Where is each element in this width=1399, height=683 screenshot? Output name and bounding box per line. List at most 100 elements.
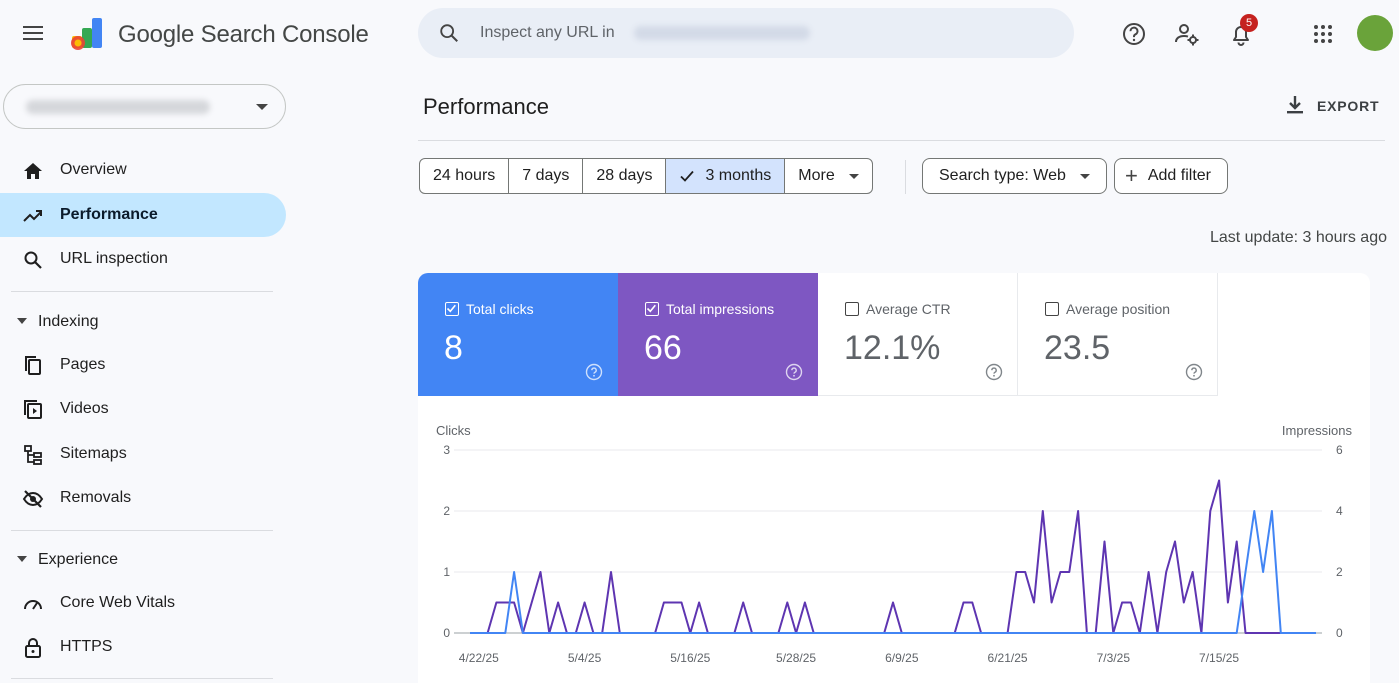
chevron-down-icon (848, 173, 859, 179)
filter-separator (905, 160, 906, 194)
sidebar-item-label: Pages (60, 356, 106, 373)
range-7-days[interactable]: 7 days (509, 159, 584, 193)
sidebar-item-label: Removals (60, 489, 132, 506)
series-line-impressions (470, 479, 1281, 634)
add-filter-label: Add filter (1147, 167, 1211, 184)
sidebar-item-pages[interactable]: Pages (0, 343, 286, 387)
top-app-bar: Google Search Console 5 (0, 0, 1399, 70)
collapse-arrow-icon (17, 556, 27, 562)
help-icon[interactable] (985, 363, 1003, 381)
help-icon[interactable] (785, 363, 803, 381)
section-experience[interactable]: Experience (0, 541, 286, 577)
metric-label: Total impressions (666, 301, 775, 317)
help-icon[interactable] (585, 363, 603, 381)
export-button[interactable]: EXPORT (1278, 88, 1388, 124)
notification-badge: 5 (1240, 14, 1258, 32)
performance-chart: Clicks Impressions 0 1 2 3 0 2 4 6 4/22/25 5/4/25 5/… (418, 396, 1370, 683)
right-axis-title: Impressions (1282, 423, 1353, 438)
home-icon (24, 163, 42, 179)
menu-icon-line (23, 32, 43, 34)
sidebar-item-overview[interactable]: Overview (0, 148, 286, 192)
section-indexing[interactable]: Indexing (0, 303, 286, 339)
menu-icon (23, 26, 43, 28)
search-type-dropdown[interactable]: Search type: Web (922, 158, 1107, 194)
range-label: 28 days (596, 167, 653, 184)
pages-icon (25, 356, 41, 375)
search-type-label: Search type: Web (939, 167, 1066, 184)
page-title: Performance (423, 94, 549, 119)
manage-users-icon[interactable] (1173, 20, 1201, 48)
metric-total-impressions[interactable]: Total impressions 66 (618, 273, 818, 396)
download-icon (1287, 96, 1303, 114)
redacted-domain (634, 26, 810, 40)
header-divider (418, 140, 1385, 141)
sidebar-item-core-web-vitals[interactable]: Core Web Vitals (0, 581, 286, 625)
x-tick-label: 7/3/25 (1097, 651, 1131, 665)
performance-line-chart: Clicks Impressions 0 1 2 3 0 2 4 6 4/22/25 5/4/25 5/… (436, 423, 1353, 665)
export-label: EXPORT (1317, 98, 1380, 114)
range-28-days[interactable]: 28 days (583, 159, 667, 193)
section-label: Indexing (38, 313, 99, 330)
metric-label: Total clicks (466, 301, 534, 317)
sidebar-item-url-inspection[interactable]: URL inspection (0, 237, 286, 281)
sidebar-item-sitemaps[interactable]: Sitemaps (0, 432, 286, 476)
range-more-dropdown[interactable]: More (785, 159, 871, 193)
search-icon (440, 24, 458, 42)
x-tick-label: 7/15/25 (1199, 651, 1239, 665)
right-tick-label: 0 (1336, 626, 1343, 640)
right-tick-label: 2 (1336, 565, 1343, 579)
redacted-property (26, 100, 210, 114)
left-tick-label: 2 (443, 504, 450, 518)
range-24-hours[interactable]: 24 hours (420, 159, 510, 193)
property-selector[interactable] (3, 84, 286, 129)
metric-average-position[interactable]: Average position 23.5 (1018, 273, 1218, 396)
metric-value: 66 (644, 329, 682, 367)
sidebar-item-https[interactable]: HTTPS (0, 625, 286, 669)
metric-total-clicks[interactable]: Total clicks 8 (418, 273, 618, 396)
metric-checkbox[interactable] (445, 302, 459, 316)
sitemap-icon (24, 445, 42, 465)
sidebar-item-videos[interactable]: Videos (0, 387, 286, 431)
sidebar-item-performance[interactable]: Performance (0, 193, 286, 237)
metric-value: 8 (444, 329, 463, 367)
range-3-months[interactable]: 3 months (666, 159, 786, 193)
left-tick-label: 0 (443, 626, 450, 640)
search-console-logo (71, 18, 102, 50)
last-update-text: Last update: 3 hours ago (1209, 229, 1387, 246)
x-tick-label: 6/21/25 (988, 651, 1028, 665)
metric-checkbox[interactable] (845, 302, 859, 316)
chevron-down-icon (256, 104, 268, 110)
lock-icon (25, 638, 41, 658)
sidebar-item-label: Performance (60, 206, 158, 223)
date-range-selector: 24 hours 7 days 28 days 3 months More (419, 158, 873, 194)
x-tick-label: 5/16/25 (670, 651, 710, 665)
check-icon (680, 170, 695, 182)
sidebar-divider (11, 530, 273, 531)
help-icon[interactable] (1120, 20, 1148, 48)
x-tick-label: 4/22/25 (459, 651, 499, 665)
sidebar-item-removals[interactable]: Removals (0, 476, 286, 520)
chevron-down-icon (1079, 173, 1090, 179)
metric-value: 23.5 (1044, 329, 1111, 367)
search-icon (24, 251, 42, 269)
range-label: More (798, 167, 835, 184)
left-tick-label: 1 (443, 565, 450, 579)
search-input[interactable] (480, 20, 620, 46)
sidebar-divider (11, 291, 273, 292)
product-name: Google Search Console (118, 21, 369, 48)
metric-checkbox[interactable] (645, 302, 659, 316)
main-menu-button[interactable] (18, 22, 48, 46)
section-label: Experience (38, 551, 119, 568)
help-icon[interactable] (1185, 363, 1203, 381)
metric-average-ctr[interactable]: Average CTR 12.1% (818, 273, 1018, 396)
apps-grid-icon[interactable] (1309, 20, 1337, 48)
account-avatar[interactable] (1357, 15, 1393, 51)
sidebar-item-label: HTTPS (60, 638, 113, 655)
metric-checkbox[interactable] (1045, 302, 1059, 316)
add-filter-button[interactable]: + Add filter (1114, 158, 1228, 194)
x-tick-label: 6/9/25 (885, 651, 919, 665)
sidebar-item-label: Overview (60, 161, 127, 178)
metric-value: 12.1% (844, 329, 941, 367)
sidebar-divider (11, 678, 273, 679)
gauge-icon (24, 600, 42, 610)
